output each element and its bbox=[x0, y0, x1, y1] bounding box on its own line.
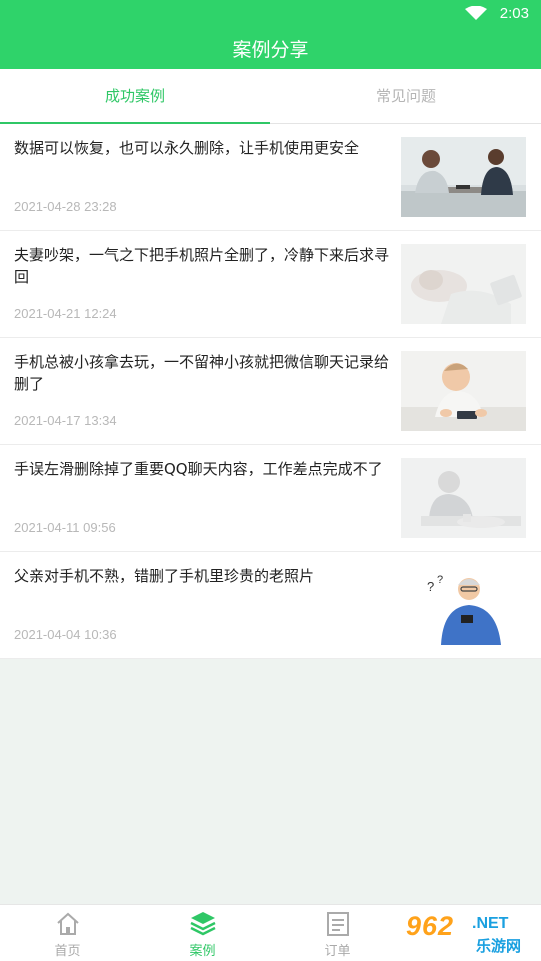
svg-text:?: ? bbox=[427, 579, 434, 594]
watermark-site: 乐游网 bbox=[476, 937, 522, 955]
svg-text:?: ? bbox=[437, 574, 443, 586]
list-item[interactable]: 手误左滑删除掉了重要QQ聊天内容，工作差点完成不了 2021-04-11 09:… bbox=[0, 445, 541, 552]
watermark-net: .NET bbox=[472, 915, 509, 932]
list-item[interactable]: 手机总被小孩拿去玩，一不留神小孩就把微信聊天记录给删了 2021-04-17 1… bbox=[0, 338, 541, 445]
list-item[interactable]: 数据可以恢复，也可以永久删除，让手机使用更安全 2021-04-28 23:28 bbox=[0, 124, 541, 231]
tab-bar: 成功案例 常见问题 bbox=[0, 69, 541, 124]
tab-success-cases[interactable]: 成功案例 bbox=[0, 69, 270, 124]
couple-phone-photo bbox=[401, 137, 526, 217]
watermark-number: 962 bbox=[406, 911, 455, 941]
list-item[interactable]: 父亲对手机不熟，错删了手机里珍贵的老照片 2021-04-04 10:36 ? … bbox=[0, 552, 541, 659]
home-icon bbox=[57, 912, 79, 935]
case-date: 2021-04-04 10:36 bbox=[14, 627, 117, 642]
app-bar: 案例分享 bbox=[0, 26, 541, 69]
case-list: 数据可以恢复，也可以永久删除，让手机使用更安全 2021-04-28 23:28… bbox=[0, 124, 541, 659]
wifi-icon bbox=[465, 6, 487, 20]
case-title: 手机总被小孩拿去玩，一不留神小孩就把微信聊天记录给删了 bbox=[14, 353, 390, 393]
nav-orders[interactable]: 订单 bbox=[270, 905, 405, 961]
nav-home[interactable]: 首页 bbox=[0, 905, 135, 961]
status-bar: 2:03 bbox=[0, 0, 541, 26]
nav-home-label: 首页 bbox=[54, 944, 81, 959]
nav-orders-label: 订单 bbox=[324, 944, 351, 959]
list-item[interactable]: 夫妻吵架，一气之下把手机照片全删了，冷静下来后求寻回 2021-04-21 12… bbox=[0, 231, 541, 338]
case-date: 2021-04-17 13:34 bbox=[14, 413, 117, 428]
tab-faq[interactable]: 常见问题 bbox=[271, 69, 541, 124]
status-time: 2:03 bbox=[499, 5, 529, 22]
case-title: 手误左滑删除掉了重要QQ聊天内容，工作差点完成不了 bbox=[14, 460, 383, 478]
case-title: 父亲对手机不熟，错删了手机里珍贵的老照片 bbox=[14, 567, 315, 585]
page-title: 案例分享 bbox=[232, 39, 309, 61]
case-title: 夫妻吵架，一气之下把手机照片全删了，冷静下来后求寻回 bbox=[14, 246, 390, 286]
case-date: 2021-04-11 09:56 bbox=[14, 520, 116, 535]
case-date: 2021-04-21 12:24 bbox=[14, 306, 117, 321]
nav-cases[interactable]: 案例 bbox=[135, 905, 270, 961]
sleeping-person-photo bbox=[401, 244, 526, 324]
tired-worker-photo bbox=[401, 458, 526, 538]
case-title: 数据可以恢复，也可以永久删除，让手机使用更安全 bbox=[14, 139, 360, 157]
layers-icon bbox=[190, 912, 216, 936]
baby-phone-photo bbox=[401, 351, 526, 431]
order-icon bbox=[327, 912, 349, 936]
nav-cases-label: 案例 bbox=[189, 944, 216, 959]
watermark-logo: 962 .NET 乐游网 bbox=[402, 909, 538, 957]
case-date: 2021-04-28 23:28 bbox=[14, 199, 117, 214]
old-man-phone-illustration: ? ? bbox=[401, 565, 526, 645]
